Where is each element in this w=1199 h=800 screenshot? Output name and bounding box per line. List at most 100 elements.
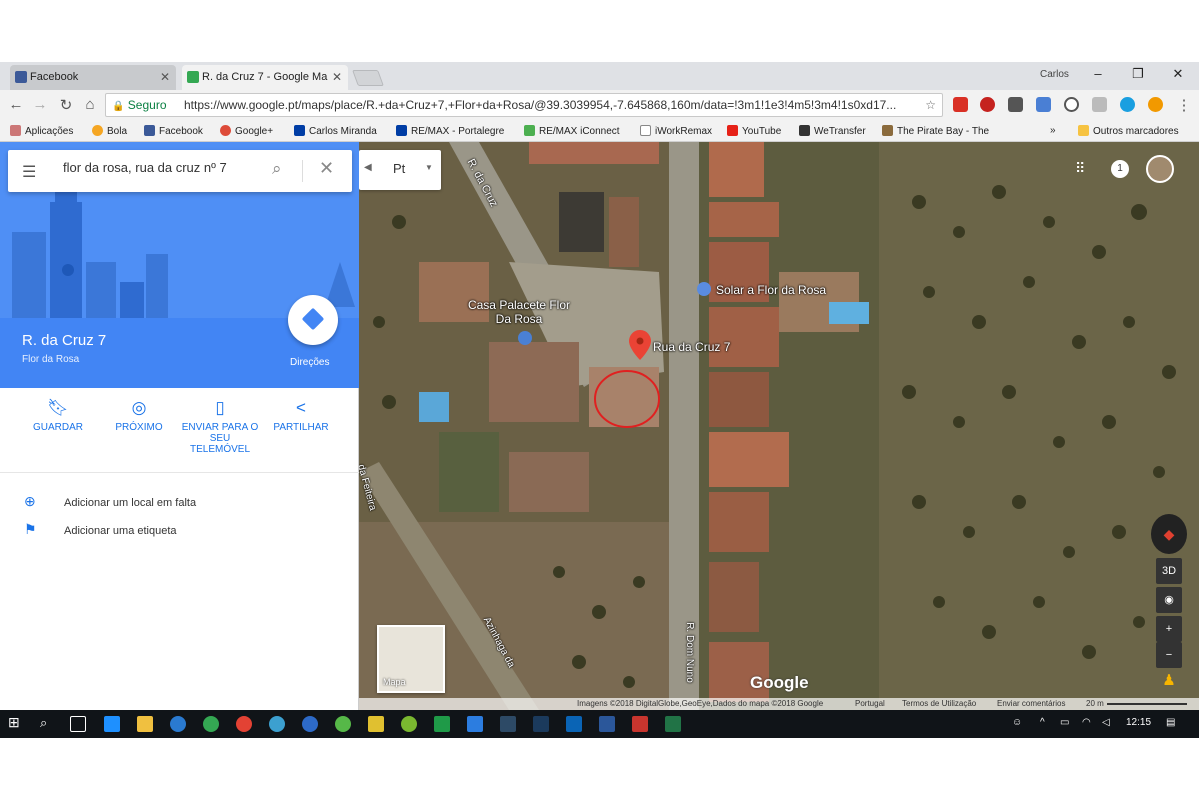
bookmark-iworkremax[interactable]: iWorkRemax: [640, 125, 712, 137]
google-apps-icon[interactable]: ⠿: [1075, 160, 1085, 177]
photoshop-icon[interactable]: [533, 716, 549, 732]
tab-google-maps[interactable]: R. da Cruz 7 - Google Ma ✕: [182, 65, 348, 90]
bookmark-star-icon[interactable]: ☆: [925, 94, 936, 116]
tab-title: R. da Cruz 7 - Google Ma: [202, 71, 328, 83]
internet-explorer-icon[interactable]: [170, 716, 186, 732]
scale-label[interactable]: 20 m: [1086, 699, 1104, 708]
map-type-toggle[interactable]: Mapa: [377, 625, 445, 693]
home-icon[interactable]: ⌂: [80, 96, 100, 113]
bookmarks-overflow-button[interactable]: »: [1050, 125, 1056, 136]
app-icon[interactable]: [401, 716, 417, 732]
url-text[interactable]: https://www.google.pt/maps/place/R.+da+C…: [184, 94, 914, 116]
profile-name[interactable]: Carlos: [1040, 69, 1069, 80]
lightroom-icon[interactable]: [500, 716, 516, 732]
app-icon[interactable]: [368, 716, 384, 732]
terms-link[interactable]: Termos de Utilização: [902, 699, 976, 708]
notifications-badge[interactable]: 1: [1111, 160, 1129, 178]
cloud-extension-icon[interactable]: [1092, 97, 1107, 112]
messenger-extension-icon[interactable]: [1120, 97, 1135, 112]
language-selector[interactable]: ◀ Pt ▼: [359, 150, 441, 190]
country-link[interactable]: Portugal: [855, 699, 885, 708]
bookmark-facebook[interactable]: Facebook: [144, 125, 203, 137]
bookmark-pirate-bay[interactable]: The Pirate Bay - The: [882, 125, 989, 137]
bookmark-remax-portalegre[interactable]: RE/MAX - Portalegre: [396, 125, 504, 137]
close-tab-icon[interactable]: ✕: [332, 65, 342, 90]
outlook-icon[interactable]: [566, 716, 582, 732]
satellite-map[interactable]: R. da Cruz Casa Palacete Flor Da Rosa So…: [359, 142, 1199, 710]
directions-label[interactable]: Direções: [290, 357, 329, 368]
collapse-panel-icon[interactable]: ◀: [364, 162, 372, 173]
task-view-icon[interactable]: [70, 716, 86, 732]
clear-search-icon[interactable]: ✕: [319, 158, 334, 179]
block-extension-icon[interactable]: [1064, 97, 1079, 112]
people-icon[interactable]: ☺: [1012, 717, 1022, 728]
reload-icon[interactable]: ↻: [56, 96, 76, 114]
search-icon[interactable]: ⌕: [40, 715, 56, 731]
battery-icon[interactable]: ▭: [1060, 717, 1069, 728]
file-explorer-icon[interactable]: [137, 716, 153, 732]
avatar[interactable]: [1146, 155, 1174, 183]
secure-indicator[interactable]: 🔒 Seguro: [112, 94, 167, 118]
action-center-icon[interactable]: ▤: [1166, 717, 1175, 728]
windows-start-icon[interactable]: ⊞: [8, 714, 24, 730]
directions-button[interactable]: [288, 295, 338, 345]
my-location-button[interactable]: ◉: [1156, 587, 1182, 613]
new-tab-button[interactable]: [352, 70, 384, 86]
bola-icon: [92, 125, 103, 136]
bookmark-bola[interactable]: Bola: [92, 125, 127, 137]
poi-label-solar[interactable]: Solar a Flor da Rosa: [716, 283, 826, 297]
chrome-menu-icon[interactable]: ⋮: [1174, 96, 1194, 114]
hamburger-menu-icon[interactable]: ☰: [22, 162, 36, 182]
excel-icon[interactable]: [665, 716, 681, 732]
add-label-link[interactable]: ⚑ Adicionar uma etiqueta: [24, 521, 177, 538]
other-bookmarks-folder[interactable]: Outros marcadores: [1078, 125, 1179, 137]
bookmark-carlos-miranda[interactable]: Carlos Miranda: [294, 125, 377, 137]
poi-label-casa-palacete[interactable]: Casa Palacete Flor Da Rosa: [459, 298, 579, 326]
app-icon[interactable]: [434, 716, 450, 732]
bookmark-google-plus[interactable]: Google+: [220, 125, 273, 137]
bookmark-apps[interactable]: Aplicações: [10, 125, 73, 137]
app-icon[interactable]: [269, 716, 285, 732]
bookmark-youtube[interactable]: YouTube: [727, 125, 781, 137]
dropbox-icon[interactable]: [467, 716, 483, 732]
adblock-extension-icon[interactable]: [980, 97, 995, 112]
app-icon[interactable]: [335, 716, 351, 732]
edge-icon[interactable]: [104, 716, 120, 732]
address-bar[interactable]: 🔒 Seguro https://www.google.pt/maps/plac…: [105, 93, 943, 117]
bookmark-wetransfer[interactable]: WeTransfer: [799, 125, 866, 137]
volume-icon[interactable]: ◁: [1102, 717, 1110, 728]
zoom-out-button[interactable]: −: [1156, 642, 1182, 668]
docs-extension-icon[interactable]: [1036, 97, 1051, 112]
compass-control[interactable]: ◆: [1151, 514, 1187, 554]
add-missing-place-link[interactable]: ⊕ Adicionar um local em falta: [24, 493, 196, 510]
zoom-in-button[interactable]: +: [1156, 616, 1182, 642]
clock-time[interactable]: 12:15: [1126, 717, 1151, 728]
3d-toggle-button[interactable]: 3D: [1156, 558, 1182, 584]
tray-expand-icon[interactable]: ^: [1040, 717, 1045, 728]
app-icon[interactable]: [236, 716, 252, 732]
feedback-link[interactable]: Enviar comentários: [997, 699, 1065, 708]
play-extension-icon[interactable]: [1148, 97, 1163, 112]
pegman-button[interactable]: ♟: [1156, 668, 1182, 694]
acrobat-icon[interactable]: [632, 716, 648, 732]
app-icon[interactable]: [302, 716, 318, 732]
save-button[interactable]: 🔖︎ GUARDAR: [18, 398, 98, 433]
extension-icon[interactable]: [1008, 97, 1023, 112]
maximize-icon[interactable]: ❐: [1128, 66, 1148, 82]
search-input[interactable]: [63, 160, 263, 175]
wifi-icon[interactable]: ◠: [1082, 717, 1091, 728]
back-icon[interactable]: ←: [6, 96, 26, 113]
minimize-icon[interactable]: –: [1088, 66, 1108, 81]
close-tab-icon[interactable]: ✕: [160, 65, 170, 90]
chrome-icon[interactable]: [203, 716, 219, 732]
tab-facebook[interactable]: Facebook ✕: [10, 65, 176, 90]
gmail-extension-icon[interactable]: [953, 97, 968, 112]
word-icon[interactable]: [599, 716, 615, 732]
search-icon[interactable]: ⌕: [272, 159, 282, 179]
close-window-icon[interactable]: ✕: [1168, 66, 1188, 82]
bookmark-remax-iconnect[interactable]: RE/MAX iConnect: [524, 125, 620, 137]
send-to-phone-button[interactable]: ▯ ENVIAR PARA O SEU TELEMÓVEL: [180, 398, 260, 455]
nearby-button[interactable]: ◎ PRÓXIMO: [99, 398, 179, 433]
forward-icon[interactable]: →: [30, 96, 50, 113]
share-button[interactable]: < PARTILHAR: [261, 398, 341, 433]
